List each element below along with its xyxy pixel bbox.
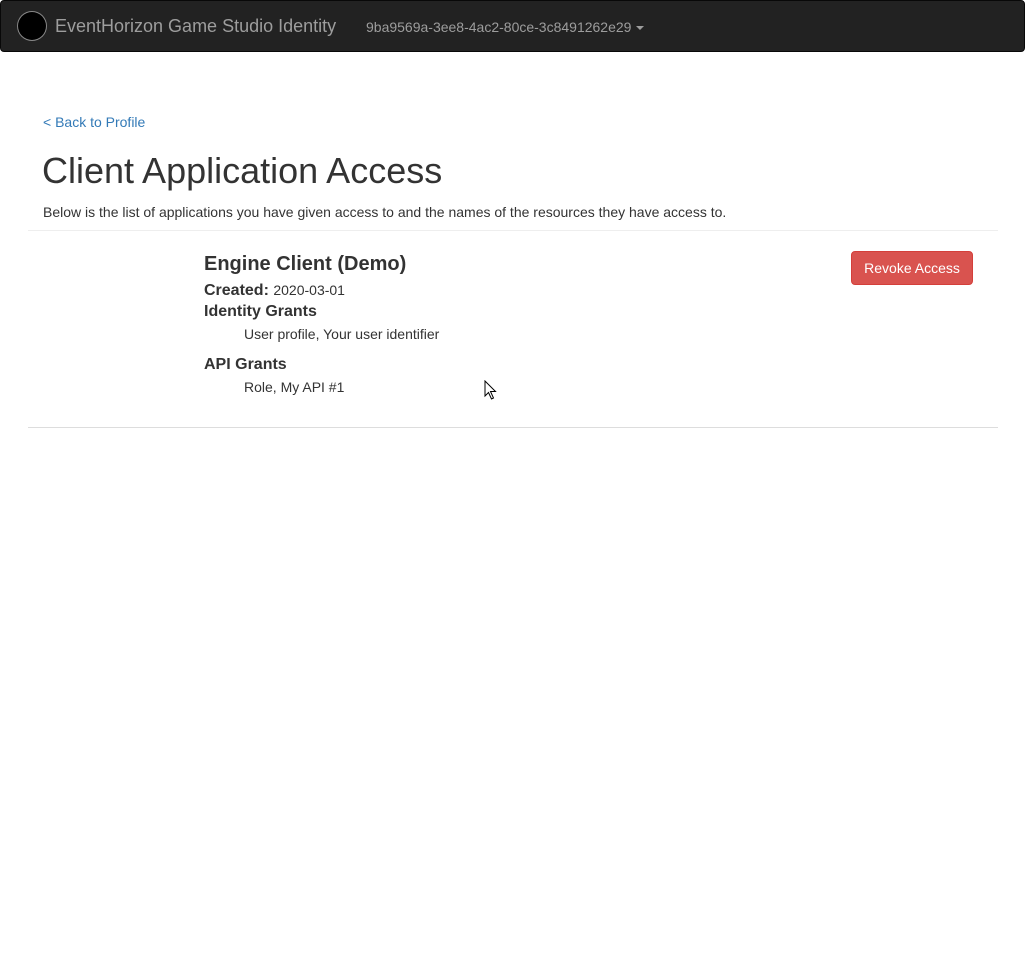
back-to-profile-link[interactable]: < Back to Profile: [43, 113, 145, 131]
brand-logo-icon[interactable]: [18, 12, 46, 40]
divider: [28, 427, 998, 428]
revoke-access-button[interactable]: Revoke Access: [851, 251, 973, 285]
api-grants-heading: API Grants: [204, 356, 287, 373]
page-title: Client Application Access: [42, 150, 443, 191]
identity-grants-heading: Identity Grants: [204, 303, 317, 320]
identity-grants-list: User profile, Your user identifier: [244, 326, 440, 342]
user-menu-dropdown[interactable]: 9ba9569a-3ee8-4ac2-80ce-3c8491262e29: [366, 18, 645, 36]
user-id-label: 9ba9569a-3ee8-4ac2-80ce-3c8491262e29: [366, 19, 632, 35]
caret-down-icon: [636, 26, 645, 31]
top-navbar: EventHorizon Game Studio Identity 9ba956…: [0, 0, 1025, 52]
mouse-pointer-icon: [484, 380, 497, 400]
divider: [28, 230, 998, 231]
created-row: Created: 2020-03-01: [204, 280, 345, 301]
brand-title[interactable]: EventHorizon Game Studio Identity: [55, 15, 336, 37]
api-grants-list: Role, My API #1: [244, 379, 345, 395]
client-name: Engine Client (Demo): [204, 253, 407, 275]
created-date: 2020-03-01: [273, 282, 345, 298]
created-label: Created:: [204, 282, 269, 299]
page-description: Below is the list of applications you ha…: [43, 204, 727, 220]
